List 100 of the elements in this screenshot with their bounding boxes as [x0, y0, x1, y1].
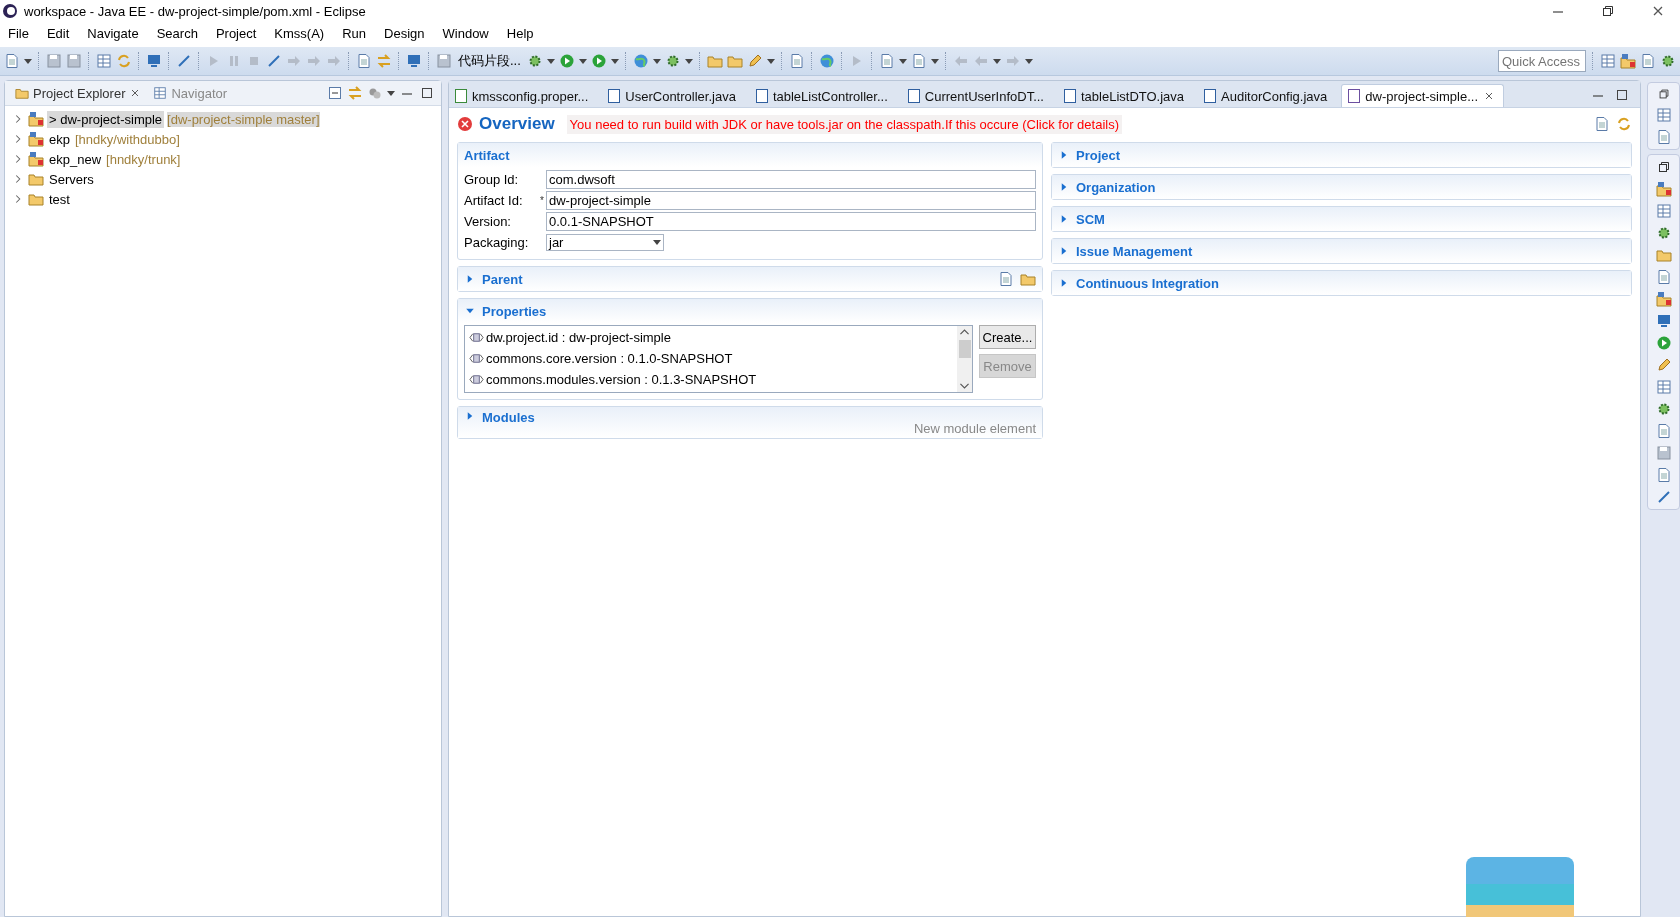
- scroll-thumb[interactable]: [958, 340, 971, 358]
- menu-item[interactable]: Window: [440, 24, 491, 42]
- text-field[interactable]: com.dwsoft: [546, 170, 1036, 189]
- monitor-icon[interactable]: [146, 53, 162, 69]
- save-icon[interactable]: [436, 53, 452, 69]
- section-title[interactable]: Issue Management: [1076, 243, 1193, 259]
- editor-tab[interactable]: tableListDTO.java: [1058, 85, 1199, 107]
- monitor-icon[interactable]: [1655, 313, 1672, 329]
- project-icon[interactable]: [1655, 181, 1672, 197]
- menu-item[interactable]: Edit: [44, 24, 72, 42]
- run-icon[interactable]: [558, 53, 575, 69]
- menu-item[interactable]: File: [6, 24, 31, 42]
- sync-icon[interactable]: [1616, 116, 1632, 132]
- globe-icon[interactable]: [818, 53, 835, 69]
- table-icon[interactable]: [1655, 107, 1672, 123]
- menu-item[interactable]: Run: [340, 24, 369, 42]
- document-icon[interactable]: [878, 53, 895, 69]
- document-icon[interactable]: [1655, 423, 1672, 439]
- menu-item[interactable]: Navigate: [85, 24, 141, 42]
- save-icon[interactable]: [66, 53, 82, 69]
- section-title[interactable]: Parent: [482, 271, 523, 287]
- quick-access-field[interactable]: Quick Access: [1498, 50, 1586, 72]
- section-title[interactable]: Project: [1076, 147, 1121, 163]
- document-icon[interactable]: [1655, 269, 1672, 285]
- editor-tab[interactable]: dw-project-simple...: [1341, 84, 1504, 107]
- scrollbar[interactable]: [957, 326, 972, 392]
- pencil-icon[interactable]: [746, 53, 763, 69]
- property-item[interactable]: commons.modules.version : 0.1.3-SNAPSHOT: [486, 372, 757, 387]
- caret-down-icon[interactable]: [652, 57, 661, 65]
- create-button[interactable]: Create...: [979, 325, 1036, 349]
- caret-down-icon[interactable]: [1024, 57, 1033, 65]
- restore-icon[interactable]: [1600, 3, 1616, 19]
- caret-down-icon[interactable]: [766, 57, 775, 65]
- project-icon[interactable]: [1620, 53, 1636, 69]
- section-title[interactable]: Properties: [482, 303, 547, 319]
- maximize-icon[interactable]: [1614, 87, 1630, 103]
- folder-icon[interactable]: [1020, 271, 1036, 287]
- error-message[interactable]: You need to run build with JDK or have tools.jar on the classpath.If this occure (Click for details): [566, 114, 1123, 134]
- toolbar-button[interactable]: 代码片段...: [456, 52, 523, 70]
- table-icon[interactable]: [96, 53, 112, 69]
- document-icon[interactable]: [998, 271, 1014, 287]
- tree-item[interactable]: ekp_new: [47, 150, 104, 168]
- menu-item[interactable]: Kmss(A): [272, 24, 327, 42]
- document-icon[interactable]: [910, 53, 927, 69]
- caret-down-icon[interactable]: [684, 57, 693, 65]
- save-icon[interactable]: [1655, 445, 1672, 461]
- tree-item[interactable]: test: [47, 190, 72, 208]
- folder-icon[interactable]: [726, 53, 743, 69]
- section-title[interactable]: SCM: [1076, 211, 1105, 227]
- pencil-icon[interactable]: [1655, 357, 1672, 373]
- editor-tab[interactable]: CurrentUserInfoDT...: [901, 85, 1058, 107]
- save-icon[interactable]: [46, 53, 62, 69]
- document-icon[interactable]: [1640, 53, 1656, 69]
- document-icon[interactable]: [4, 53, 20, 69]
- tree-item[interactable]: > dw-project-simple: [47, 110, 165, 128]
- monitor-icon[interactable]: [406, 53, 422, 69]
- section-title[interactable]: Artifact: [464, 147, 510, 163]
- packaging-dropdown[interactable]: jar: [546, 234, 664, 251]
- collapse-all-icon[interactable]: [327, 85, 343, 101]
- text-field[interactable]: 0.0.1-SNAPSHOT: [546, 212, 1036, 231]
- property-list[interactable]: dw.project.id : dw-project-simple commons.core.version : 0.1.0-SNAPSHOT commons.modules.version : 0.1.3-SNAPSHOT: [464, 325, 973, 393]
- property-item[interactable]: commons.core.version : 0.1.0-SNAPSHOT: [486, 351, 733, 366]
- section-title[interactable]: Continuous Integration: [1076, 275, 1219, 291]
- hint-text[interactable]: New module element: [913, 421, 1036, 438]
- caret-down-icon[interactable]: [546, 57, 555, 65]
- table-icon[interactable]: [1655, 203, 1672, 219]
- caret-down-icon[interactable]: [610, 57, 619, 65]
- close-icon[interactable]: [1483, 90, 1495, 102]
- caret-down-icon[interactable]: [898, 57, 907, 65]
- document-icon[interactable]: [1655, 129, 1672, 145]
- menu-item[interactable]: Project: [213, 24, 259, 42]
- document-icon[interactable]: [788, 53, 805, 69]
- editor-tab[interactable]: UserController.java: [602, 85, 750, 107]
- property-item[interactable]: dw.project.id : dw-project-simple: [486, 330, 671, 345]
- section-title[interactable]: Organization: [1076, 179, 1156, 195]
- text-field[interactable]: dw-project-simple: [546, 191, 1036, 210]
- section-title[interactable]: Modules: [482, 410, 535, 425]
- folder-icon[interactable]: [706, 53, 723, 69]
- editor-tab[interactable]: tableListController...: [749, 85, 902, 107]
- view-tab[interactable]: Project Explorer: [11, 83, 146, 103]
- run-icon[interactable]: [590, 53, 607, 69]
- menu-item[interactable]: Help: [504, 24, 536, 42]
- project-icon[interactable]: [1655, 291, 1672, 307]
- tree-item[interactable]: ekp: [47, 130, 72, 148]
- caret-down-icon[interactable]: [578, 57, 587, 65]
- menu-item[interactable]: Design: [382, 24, 427, 42]
- table-icon[interactable]: [1600, 53, 1616, 69]
- editor-tab[interactable]: kmssconfig.proper...: [449, 85, 603, 107]
- document-icon[interactable]: [356, 53, 372, 69]
- tree-item[interactable]: Servers: [47, 170, 96, 188]
- table-icon[interactable]: [1655, 379, 1672, 395]
- folder-icon[interactable]: [1655, 247, 1672, 263]
- maximize-icon[interactable]: [419, 85, 435, 101]
- gear-icon[interactable]: [1660, 53, 1676, 69]
- caret-down-icon[interactable]: [930, 57, 939, 65]
- document-icon[interactable]: [1594, 116, 1610, 132]
- caret-down-icon[interactable]: [387, 89, 395, 97]
- menu-item[interactable]: Search: [154, 24, 200, 42]
- editor-tab[interactable]: AuditorConfig.java: [1198, 85, 1342, 107]
- document-icon[interactable]: [1655, 467, 1672, 483]
